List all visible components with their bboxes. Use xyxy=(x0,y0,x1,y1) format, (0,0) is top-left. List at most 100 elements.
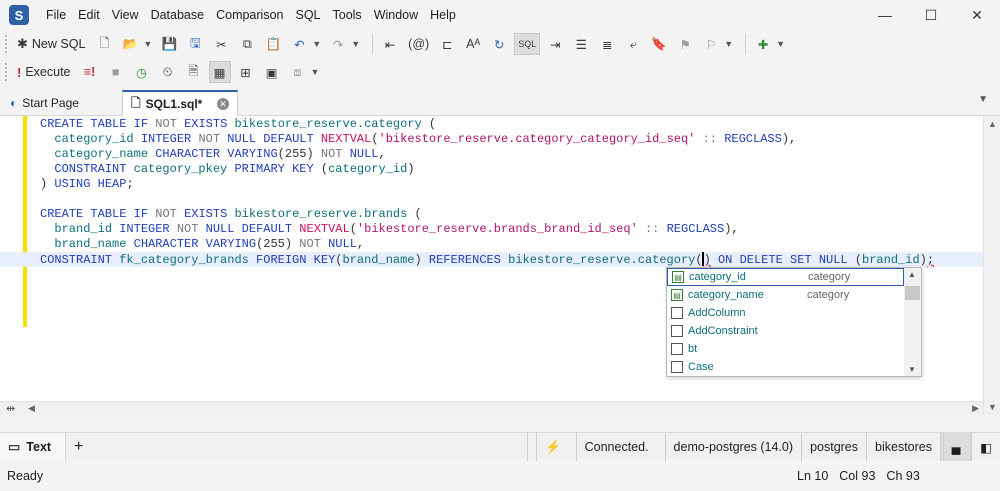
options-dropdown-icon[interactable]: ▼ xyxy=(311,67,320,77)
code-line[interactable]: CONSTRAINT fk_category_brands FOREIGN KE… xyxy=(0,252,985,267)
cut-button[interactable]: ✂ xyxy=(210,33,232,55)
menu-view[interactable]: View xyxy=(106,0,145,30)
connection-user[interactable]: postgres xyxy=(801,433,866,461)
code-line[interactable]: CREATE TABLE IF NOT EXISTS bikestore_res… xyxy=(40,207,985,222)
document-tab-bar: ◐ Start Page 🗋 SQL1.sql* ✕ ▼ xyxy=(0,88,1000,116)
comment-button[interactable]: ⊏ xyxy=(436,33,458,55)
refresh-button[interactable]: ↻ xyxy=(488,33,510,55)
add-tab-button[interactable]: + xyxy=(66,433,96,461)
paste-button[interactable]: 📋 xyxy=(262,33,284,55)
menu-edit[interactable]: Edit xyxy=(72,0,106,30)
indent-button[interactable]: ⇤ xyxy=(379,33,401,55)
close-tab-icon[interactable]: ✕ xyxy=(217,98,229,110)
undo-button[interactable]: ↶ xyxy=(288,33,310,55)
pivot-button[interactable]: ⊞ xyxy=(235,61,257,83)
autocomplete-item[interactable]: ▤ category_id category xyxy=(667,268,904,286)
plan-button[interactable]: 🗎 xyxy=(183,61,205,83)
outdent-button[interactable]: ⇥ xyxy=(544,33,566,55)
horizontal-scrollbar[interactable]: ⇹ ◀ ▶ xyxy=(0,401,983,415)
tab-list-dropdown-icon[interactable]: ▼ xyxy=(978,94,988,105)
debug-dropdown-icon[interactable]: ▼ xyxy=(776,39,785,49)
line-number: Ln 10 xyxy=(797,469,829,483)
toolbar-grip[interactable] xyxy=(5,63,9,81)
code-line[interactable]: ) USING HEAP; xyxy=(40,177,985,192)
maximize-button[interactable]: ☐ xyxy=(908,0,954,30)
code-line[interactable]: category_name CHARACTER VARYING(255) NOT… xyxy=(40,147,985,162)
case-button[interactable]: Aᴬ xyxy=(462,33,484,55)
menu-tools[interactable]: Tools xyxy=(327,0,368,30)
grid-view-button[interactable]: ▦ xyxy=(208,61,231,83)
scroll-up-icon[interactable]: ▲ xyxy=(908,270,916,279)
text-tab[interactable]: ▭ Text xyxy=(0,432,66,461)
copy-button[interactable]: ⧉ xyxy=(236,33,258,55)
scroll-right-icon[interactable]: ▶ xyxy=(972,403,979,414)
options-button[interactable]: ⧈ xyxy=(287,61,309,83)
format-button[interactable]: ≣ xyxy=(596,33,618,55)
code-line[interactable]: CONSTRAINT category_pkey PRIMARY KEY (ca… xyxy=(40,162,985,177)
prev-bookmark-button[interactable]: ⚑ xyxy=(674,33,696,55)
debug-button[interactable]: ✚ xyxy=(752,33,774,55)
scroll-down-icon[interactable]: ▼ xyxy=(988,402,997,412)
history-button[interactable]: ◷ xyxy=(131,61,153,83)
scroll-up-icon[interactable]: ▲ xyxy=(988,119,997,129)
stop-button[interactable]: ■ xyxy=(105,61,127,83)
redo-button[interactable]: ↷ xyxy=(327,33,349,55)
next-bookmark-button[interactable]: ⚐ xyxy=(700,33,722,55)
tab-start-page[interactable]: ◐ Start Page xyxy=(2,90,120,116)
options-icon: ⧈ xyxy=(293,64,302,79)
scroll-down-icon[interactable]: ▼ xyxy=(908,365,916,374)
menu-comparison[interactable]: Comparison xyxy=(210,0,289,30)
new-sql-button[interactable]: ✱ New SQL xyxy=(13,33,89,55)
scroll-left-icon[interactable]: ◀ xyxy=(28,403,35,414)
autocomplete-item[interactable]: bt xyxy=(667,340,904,358)
scroll-thumb[interactable] xyxy=(905,286,920,300)
paste-icon: 📋 xyxy=(265,36,282,51)
menu-window[interactable]: Window xyxy=(368,0,424,30)
connection-name[interactable]: demo-postgres (14.0) xyxy=(664,433,802,461)
menu-database[interactable]: Database xyxy=(145,0,211,30)
menu-file[interactable]: File xyxy=(40,0,72,30)
undo-dropdown-icon[interactable]: ▼ xyxy=(312,39,321,49)
open-dropdown-icon[interactable]: ▼ xyxy=(143,39,152,49)
bookmark-dropdown-icon[interactable]: ▼ xyxy=(724,39,733,49)
save-all-button[interactable]: 🖫 xyxy=(184,33,206,55)
parameters-button[interactable]: (@) xyxy=(405,33,432,55)
autocomplete-item[interactable]: Case xyxy=(667,358,904,376)
stop-icon: ■ xyxy=(111,65,120,79)
profile-button[interactable]: ⏲ xyxy=(157,61,179,83)
code-line[interactable]: category_id INTEGER NOT NULL DEFAULT NEX… xyxy=(40,132,985,147)
app-logo-icon: S xyxy=(9,5,29,25)
close-window-button[interactable]: ✕ xyxy=(954,0,1000,30)
bookmark-button[interactable]: 🔖 xyxy=(648,33,670,55)
sql-mode-button[interactable]: SQL xyxy=(514,33,541,55)
layout-split-button[interactable]: ◧ xyxy=(970,433,1000,461)
code-area[interactable]: CREATE TABLE IF NOT EXISTS bikestore_res… xyxy=(0,117,985,267)
new-document-icon: 🗋 xyxy=(99,35,110,50)
open-button[interactable]: 📂 xyxy=(119,33,141,55)
layout-toggle-button[interactable]: ▄ xyxy=(940,433,970,461)
toolbar-grip[interactable] xyxy=(5,35,9,53)
code-line[interactable]: CREATE TABLE IF NOT EXISTS bikestore_res… xyxy=(40,117,985,132)
execute-button[interactable]: ! Execute xyxy=(13,61,75,83)
menu-sql[interactable]: SQL xyxy=(289,0,326,30)
redo-dropdown-icon[interactable]: ▼ xyxy=(351,39,360,49)
code-line[interactable]: brand_id INTEGER NOT NULL DEFAULT NEXTVA… xyxy=(40,222,985,237)
execute-current-button[interactable]: ≡! xyxy=(79,61,101,83)
popup-scrollbar[interactable]: ▲ ▼ xyxy=(904,268,921,376)
connection-database[interactable]: bikestores xyxy=(866,433,940,461)
split-icon[interactable]: ⇹ xyxy=(6,402,15,415)
wrap-button[interactable]: ⤶ xyxy=(622,33,644,55)
minimize-button[interactable]: — xyxy=(862,0,908,30)
code-line[interactable]: brand_name CHARACTER VARYING(255) NOT NU… xyxy=(40,237,985,252)
autocomplete-item[interactable]: AddColumn xyxy=(667,304,904,322)
tab-sql1[interactable]: 🗋 SQL1.sql* ✕ xyxy=(122,90,238,116)
save-button[interactable]: 💾 xyxy=(158,33,180,55)
code-line[interactable] xyxy=(40,192,985,207)
vertical-scrollbar[interactable]: ▲ ▼ xyxy=(983,116,1000,415)
autocomplete-item[interactable]: ▤ category_name category xyxy=(667,286,904,304)
chart-button[interactable]: ▣ xyxy=(261,61,283,83)
align-button[interactable]: ☰ xyxy=(570,33,592,55)
new-document-button[interactable]: 🗋 xyxy=(93,33,115,55)
autocomplete-item[interactable]: AddConstraint xyxy=(667,322,904,340)
menu-help[interactable]: Help xyxy=(424,0,462,30)
